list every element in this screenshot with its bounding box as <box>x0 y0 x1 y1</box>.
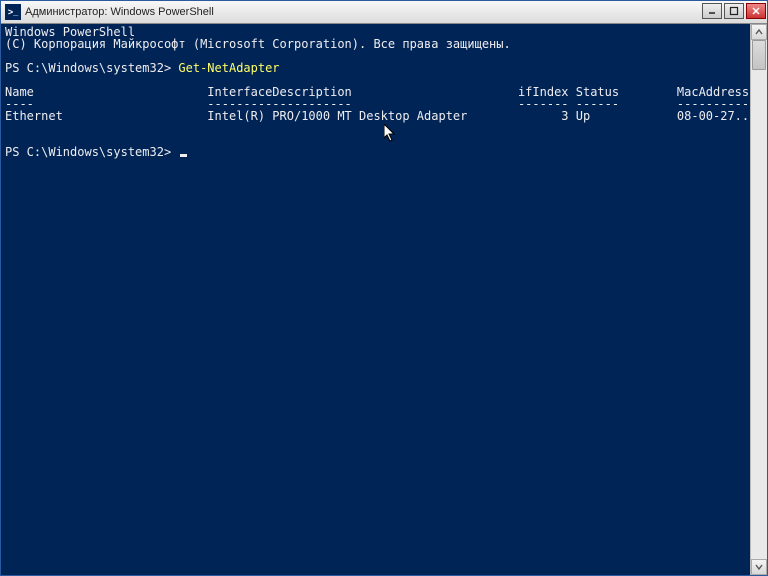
minimize-icon <box>707 6 717 16</box>
scroll-up-button[interactable] <box>751 24 767 40</box>
maximize-icon <box>729 6 739 16</box>
powershell-window: >_ Администратор: Windows PowerShell Win… <box>0 0 768 576</box>
scrollbar-thumb[interactable] <box>752 40 766 70</box>
maximize-button[interactable] <box>724 3 744 19</box>
scrollbar-track[interactable] <box>751 40 767 559</box>
close-button[interactable] <box>746 3 766 19</box>
scrollbar[interactable] <box>750 24 767 575</box>
terminal-area: Windows PowerShell (C) Корпорация Майкро… <box>1 24 767 575</box>
titlebar[interactable]: >_ Администратор: Windows PowerShell <box>1 1 767 24</box>
minimize-button[interactable] <box>702 3 722 19</box>
window-controls <box>701 1 767 23</box>
chevron-up-icon <box>755 28 763 36</box>
powershell-icon: >_ <box>5 4 21 20</box>
window-title: Администратор: Windows PowerShell <box>25 6 701 18</box>
chevron-down-icon <box>755 563 763 571</box>
close-icon <box>751 6 761 16</box>
terminal[interactable]: Windows PowerShell (C) Корпорация Майкро… <box>1 24 750 575</box>
scroll-down-button[interactable] <box>751 559 767 575</box>
